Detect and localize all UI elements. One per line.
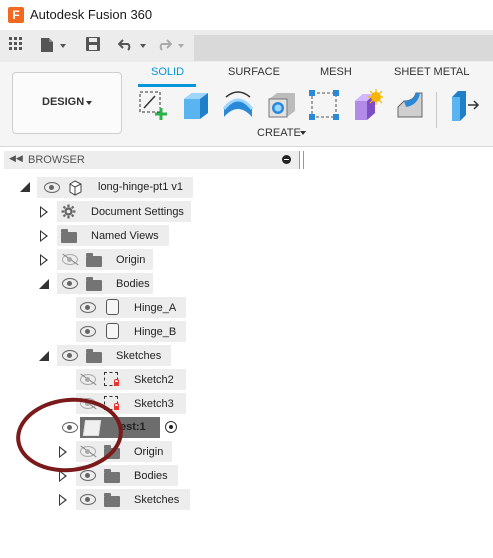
new-component-icon[interactable] <box>351 89 384 121</box>
activate-component-radio[interactable] <box>165 421 177 433</box>
create-sketch-icon[interactable] <box>137 89 169 121</box>
tree-label: Bodies <box>134 470 168 482</box>
hidden-eye-icon[interactable] <box>62 254 78 265</box>
folder-icon <box>86 277 102 291</box>
folder-icon <box>86 253 102 267</box>
root-component-icon <box>67 179 85 200</box>
file-dropdown-icon[interactable] <box>60 44 66 48</box>
tab-solid[interactable]: SOLID <box>151 66 184 78</box>
tree-label-root: long-hinge-pt1 v1 <box>98 181 184 193</box>
collapse-bodies-icon[interactable] <box>39 279 49 289</box>
expand-document-settings-icon[interactable] <box>40 206 48 218</box>
folder-icon <box>104 493 120 507</box>
rectangular-pattern-icon[interactable] <box>308 89 340 121</box>
tab-mesh[interactable]: MESH <box>320 66 352 78</box>
visibility-eye-icon[interactable] <box>62 350 78 361</box>
workspace-dropdown-icon[interactable] <box>86 101 92 105</box>
lock-icon <box>114 379 119 386</box>
undo-dropdown-icon[interactable] <box>140 44 146 48</box>
grid-menu-icon[interactable] <box>9 37 23 55</box>
visibility-eye-icon[interactable] <box>80 302 96 313</box>
expand-sketches-icon[interactable] <box>59 494 67 506</box>
active-tab-indicator <box>138 84 196 87</box>
tree-label: Origin <box>134 446 164 458</box>
browser-resize-handle[interactable] <box>299 151 304 169</box>
lock-icon <box>114 403 119 410</box>
tab-surface[interactable]: SURFACE <box>228 66 280 78</box>
modify-press-pull-icon[interactable] <box>448 89 480 121</box>
visibility-eye-icon[interactable] <box>80 494 96 505</box>
hole-icon[interactable] <box>266 89 298 121</box>
tree-label-component: est:1 <box>120 421 146 433</box>
toolbar-tabs-area <box>194 35 493 61</box>
create-dropdown-icon[interactable] <box>300 131 306 135</box>
hidden-eye-icon[interactable] <box>80 374 96 385</box>
tree-label: Hinge_A <box>134 302 177 314</box>
file-menu-icon[interactable] <box>40 37 54 55</box>
undo-icon[interactable] <box>117 37 134 55</box>
browser-minimize-icon[interactable] <box>282 155 291 164</box>
expand-root-icon[interactable] <box>20 182 30 192</box>
folder-icon <box>61 229 77 243</box>
fillet-icon[interactable] <box>394 89 426 121</box>
visibility-eye-icon[interactable] <box>62 278 78 289</box>
folder-icon <box>104 469 120 483</box>
collapse-browser-icon[interactable]: ◀◀ <box>9 153 23 164</box>
redo-dropdown-icon[interactable] <box>178 44 184 48</box>
workspace-label: DESIGN <box>42 96 85 108</box>
visibility-eye-icon[interactable] <box>80 470 96 481</box>
tree-label: Origin <box>116 254 146 266</box>
body-icon <box>106 323 119 339</box>
tree-label: Sketch2 <box>134 374 174 386</box>
fusion-logo-icon: F <box>8 7 24 23</box>
expand-named-views-icon[interactable] <box>40 230 48 242</box>
save-icon[interactable] <box>86 37 100 55</box>
tree-label: Sketches <box>116 350 162 362</box>
ribbon-separator <box>436 92 437 128</box>
browser-title: BROWSER <box>28 154 85 166</box>
gear-icon <box>61 204 76 222</box>
tree-label: Named Views <box>91 230 159 242</box>
tree-label: Document Settings <box>91 206 184 218</box>
quick-access-buttons <box>0 30 194 62</box>
extrude-icon[interactable] <box>180 89 212 121</box>
visibility-eye-icon[interactable] <box>44 182 60 193</box>
collapse-sketches-icon[interactable] <box>39 351 49 361</box>
tree-label: Hinge_B <box>134 326 177 338</box>
tab-sheet-metal[interactable]: SHEET METAL <box>394 66 469 78</box>
folder-icon <box>86 349 102 363</box>
revolve-icon[interactable] <box>222 89 254 121</box>
tree-label: Bodies <box>116 278 150 290</box>
window-title: Autodesk Fusion 360 <box>30 7 153 22</box>
redo-icon[interactable] <box>156 37 173 55</box>
expand-origin-icon[interactable] <box>40 254 48 266</box>
visibility-eye-icon[interactable] <box>80 326 96 337</box>
tree-label: Sketches <box>134 494 180 506</box>
create-panel-label[interactable]: CREATE <box>257 127 301 139</box>
tree-label: Sketch3 <box>134 398 174 410</box>
body-icon <box>106 299 119 315</box>
